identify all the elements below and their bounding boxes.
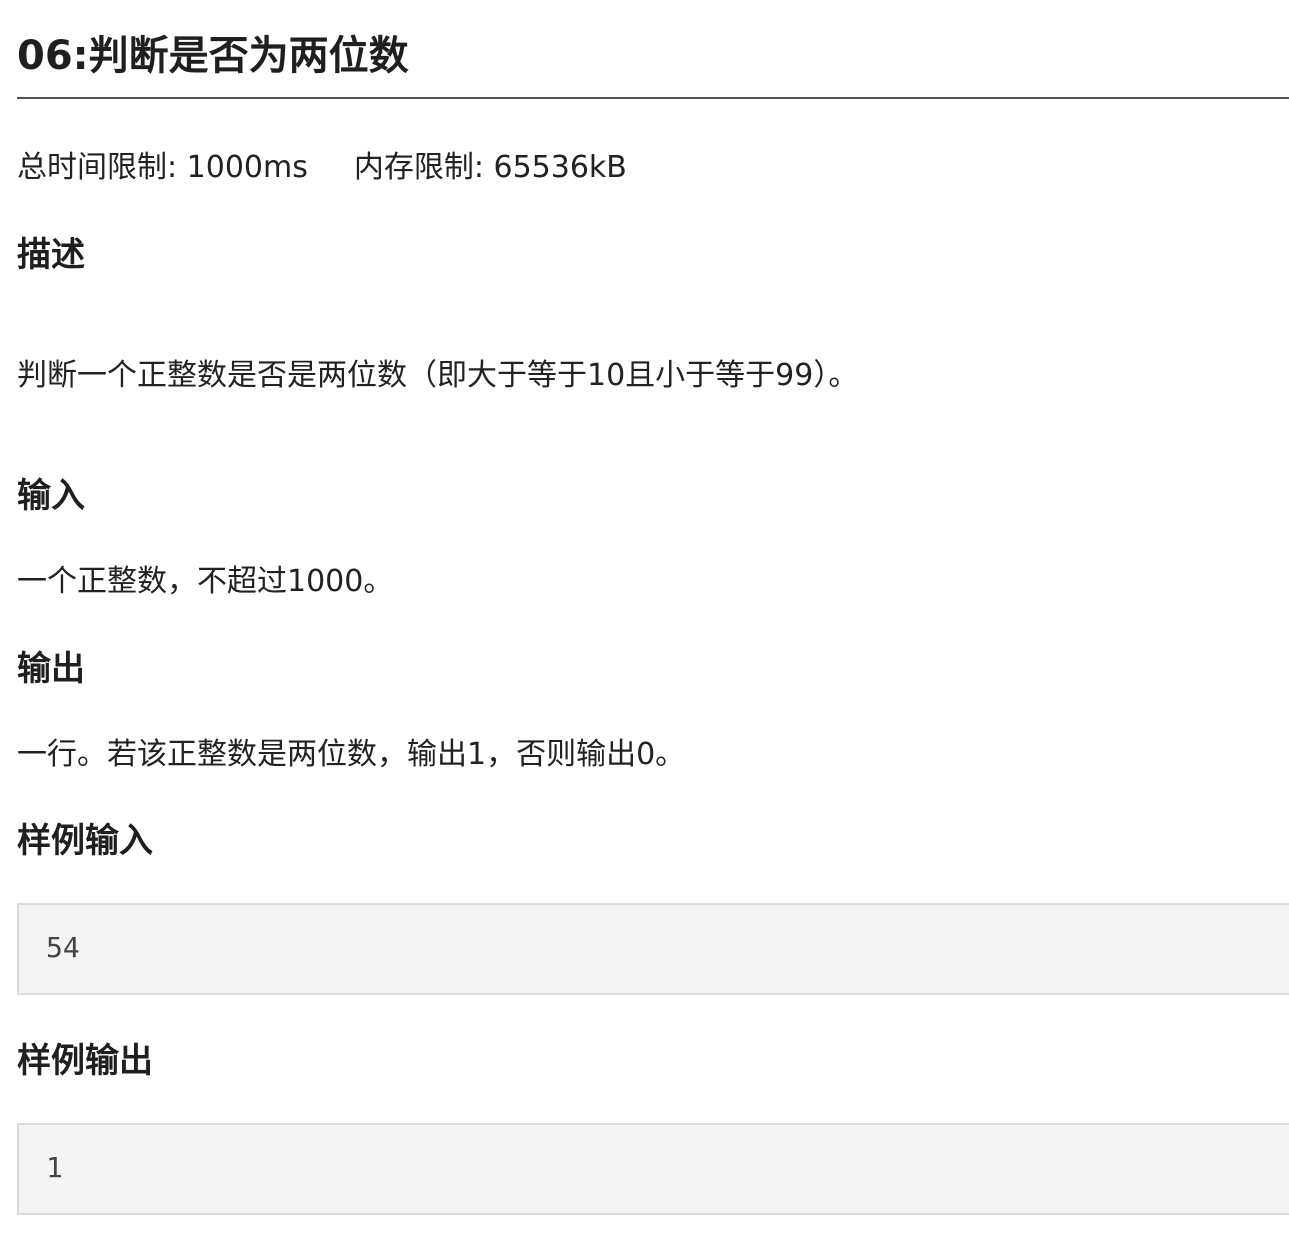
input-heading: 输入 <box>17 476 85 516</box>
page-title: 06:判断是否为两位数 <box>17 33 409 79</box>
description-text: 判断一个正整数是否是两位数（即大于等于10且小于等于99）。 <box>17 358 859 393</box>
memory-limit: 内存限制: 65536kB <box>353 150 627 185</box>
description-heading: 描述 <box>17 235 85 275</box>
output-heading: 输出 <box>17 649 85 689</box>
sample-input-content: 54 <box>46 931 80 964</box>
sample-input-heading: 样例输入 <box>17 821 153 861</box>
title-divider <box>17 97 1289 99</box>
output-text: 一行。若该正整数是两位数，输出1，否则输出0。 <box>17 737 686 772</box>
time-limit: 总时间限制: 1000ms <box>17 150 308 185</box>
sample-output-box: 1 <box>17 1123 1289 1215</box>
sample-output-content: 1 <box>46 1151 63 1184</box>
sample-output-heading: 样例输出 <box>17 1041 153 1081</box>
input-text: 一个正整数，不超过1000。 <box>17 564 394 599</box>
limits-line: 总时间限制: 1000ms 内存限制: 65536kB <box>17 147 627 189</box>
sample-input-box: 54 <box>17 903 1289 995</box>
